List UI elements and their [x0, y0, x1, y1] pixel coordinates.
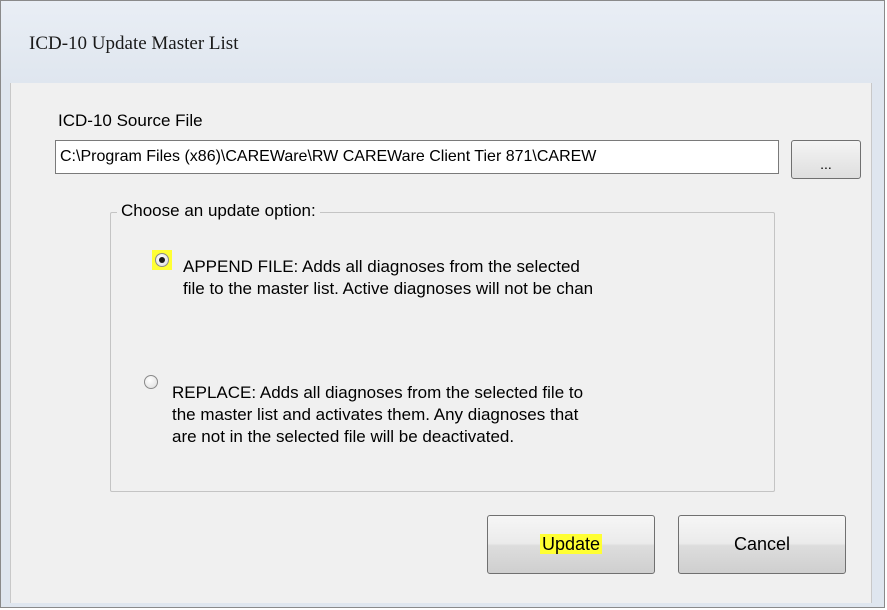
- window-frame-right: [871, 83, 884, 607]
- update-button[interactable]: Update: [487, 515, 655, 574]
- append-file-option-text[interactable]: APPEND FILE: Adds all diagnoses from the…: [183, 256, 593, 300]
- replace-line-2: the master list and activates them. Any …: [172, 405, 579, 424]
- replace-line-1: REPLACE: Adds all diagnoses from the sel…: [172, 383, 584, 402]
- replace-line-3: are not in the selected file will be dea…: [172, 427, 515, 446]
- title-bar[interactable]: ICD-10 Update Master List: [1, 1, 884, 83]
- replace-radio[interactable]: [144, 375, 158, 389]
- cancel-button[interactable]: Cancel: [678, 515, 846, 574]
- update-option-group-label: Choose an update option:: [117, 201, 320, 221]
- window-frame-left: [1, 83, 10, 607]
- append-file-radio[interactable]: [155, 253, 169, 267]
- source-file-path-input[interactable]: [55, 140, 779, 174]
- append-file-line-1: APPEND FILE: Adds all diagnoses from the…: [183, 257, 580, 276]
- update-button-label: Update: [539, 534, 603, 554]
- source-file-label: ICD-10 Source File: [58, 111, 203, 130]
- update-option-groupbox: [110, 212, 775, 492]
- replace-option-text[interactable]: REPLACE: Adds all diagnoses from the sel…: [172, 382, 583, 448]
- window-title: ICD-10 Update Master List: [29, 33, 239, 54]
- append-file-line-2: file to the master list. Active diagnose…: [183, 279, 594, 298]
- browse-button[interactable]: ...: [791, 140, 861, 179]
